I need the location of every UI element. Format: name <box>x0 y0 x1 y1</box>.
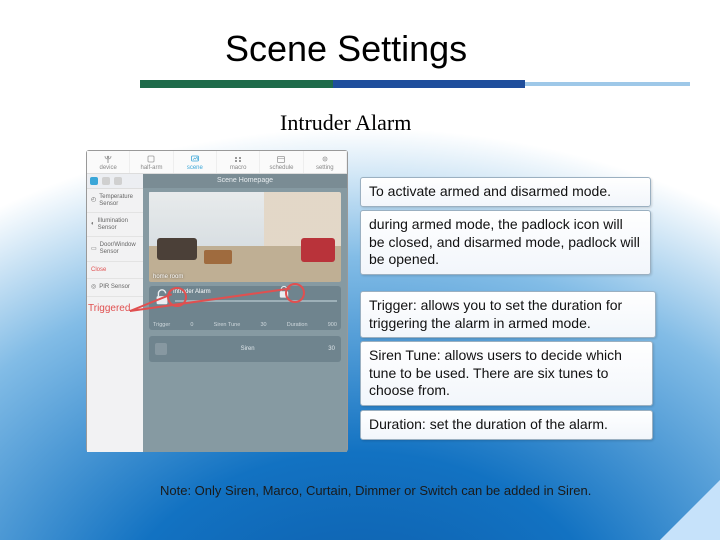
logo-underline <box>20 46 90 49</box>
sidebar-item-label: Illumination Sensor <box>98 218 139 231</box>
info-text: Siren Tune: allows users to decide which… <box>369 347 622 398</box>
calendar-icon <box>276 154 286 164</box>
sidebar-item-label: Close <box>91 267 106 274</box>
tab-label: setting <box>316 165 334 171</box>
page-fold <box>660 480 720 540</box>
halfarm-icon <box>146 154 156 164</box>
sensor-icon: ▭ <box>91 246 97 253</box>
footer-note: Note: Only Siren, Marco, Curtain, Dimmer… <box>160 483 591 498</box>
sidebar-item-label: Door/Window Sensor <box>100 242 139 255</box>
siren-value: 30 <box>328 346 335 352</box>
logo-sub: TECHNOLOGY <box>20 50 90 58</box>
slide: Philio TECHNOLOGY Scene Settings Intrude… <box>0 0 720 540</box>
alarm-label: Duration <box>287 322 308 328</box>
list-item[interactable]: ◐ Illumination Sensor <box>87 213 143 237</box>
room-image: home room <box>149 192 341 282</box>
logo: Philio TECHNOLOGY <box>20 18 90 58</box>
alarm-label: Siren Tune <box>214 322 241 328</box>
sensor-icon: ◴ <box>91 197 96 204</box>
title-underline <box>140 80 690 90</box>
tab-schedule[interactable]: schedule <box>260 151 303 173</box>
rule-green <box>140 80 333 88</box>
info-padlock: during armed mode, the padlock icon will… <box>360 210 651 275</box>
info-siren-tune: Siren Tune: allows users to decide which… <box>360 341 653 406</box>
list-item[interactable]: ◴ Temperature Sensor <box>87 189 143 213</box>
tab-label: scene <box>187 165 203 171</box>
phone-screenshot: device half-arm scene macro schedule set… <box>86 150 348 452</box>
antenna-icon <box>103 154 113 164</box>
info-text: Duration: set the duration of the alarm. <box>369 416 608 432</box>
tab-half-arm[interactable]: half-arm <box>130 151 173 173</box>
sidebar-toggle-a <box>90 177 98 185</box>
alarm-v: 900 <box>328 322 337 328</box>
tab-label: half-arm <box>140 165 162 171</box>
tab-label: macro <box>230 165 247 171</box>
triggered-label: Triggered <box>88 303 130 314</box>
phone-main: Scene Homepage home room <box>143 174 347 452</box>
tab-macro[interactable]: macro <box>217 151 260 173</box>
siren-label: Siren <box>241 346 255 352</box>
room-table <box>204 250 232 264</box>
room-sofa-red <box>301 238 335 262</box>
alarm-v: 30 <box>260 322 266 328</box>
alarm-v: 0 <box>190 322 193 328</box>
siren-row[interactable]: Siren 30 <box>149 336 341 362</box>
info-activate: To activate armed and disarmed mode. <box>360 177 651 207</box>
room-caption-left: home room <box>153 274 183 280</box>
alarm-scale: Trigger 0 Siren Tune 30 Duration 900 <box>153 322 337 328</box>
pir-icon: ◎ <box>91 284 96 291</box>
tab-setting[interactable]: setting <box>304 151 347 173</box>
room-sofa-dark <box>157 238 197 260</box>
macro-icon <box>233 154 243 164</box>
room-caption: home room <box>153 274 337 280</box>
sidebar-item-label: PIR Sensor <box>99 284 130 291</box>
siren-icon <box>155 343 167 355</box>
info-text: during armed mode, the padlock icon will… <box>369 216 640 267</box>
sidebar-toggle-c <box>114 177 122 185</box>
rule-blue <box>333 80 526 88</box>
tab-device[interactable]: device <box>87 151 130 173</box>
list-item[interactable]: ▭ Door/Window Sensor <box>87 237 143 261</box>
sidebar-item-label: Temperature Sensor <box>99 194 139 207</box>
list-item[interactable]: ◎ PIR Sensor <box>87 279 143 297</box>
info-duration: Duration: set the duration of the alarm. <box>360 410 653 440</box>
tab-label: schedule <box>269 165 293 171</box>
rule-light <box>525 82 690 86</box>
info-trigger: Trigger: allows you to set the duration … <box>360 291 656 338</box>
main-head: Scene Homepage <box>143 174 347 188</box>
tab-scene[interactable]: scene <box>174 151 217 173</box>
sidebar-toggle[interactable] <box>87 174 143 189</box>
list-item[interactable]: Close <box>87 262 143 280</box>
page-title: Scene Settings <box>225 28 467 70</box>
logo-text: Philio <box>20 18 75 43</box>
sensor-icon: ◐ <box>91 221 95 228</box>
tab-label: device <box>99 165 116 171</box>
sidebar-toggle-b <box>102 177 110 185</box>
callout-circle-2 <box>285 283 305 303</box>
alarm-label: Trigger <box>153 322 170 328</box>
gear-icon <box>320 154 330 164</box>
phone-topbar: device half-arm scene macro schedule set… <box>87 151 347 174</box>
scene-icon <box>190 154 200 164</box>
info-text: Trigger: allows you to set the duration … <box>369 297 622 331</box>
info-text: To activate armed and disarmed mode. <box>369 183 611 199</box>
subtitle: Intruder Alarm <box>280 110 411 136</box>
